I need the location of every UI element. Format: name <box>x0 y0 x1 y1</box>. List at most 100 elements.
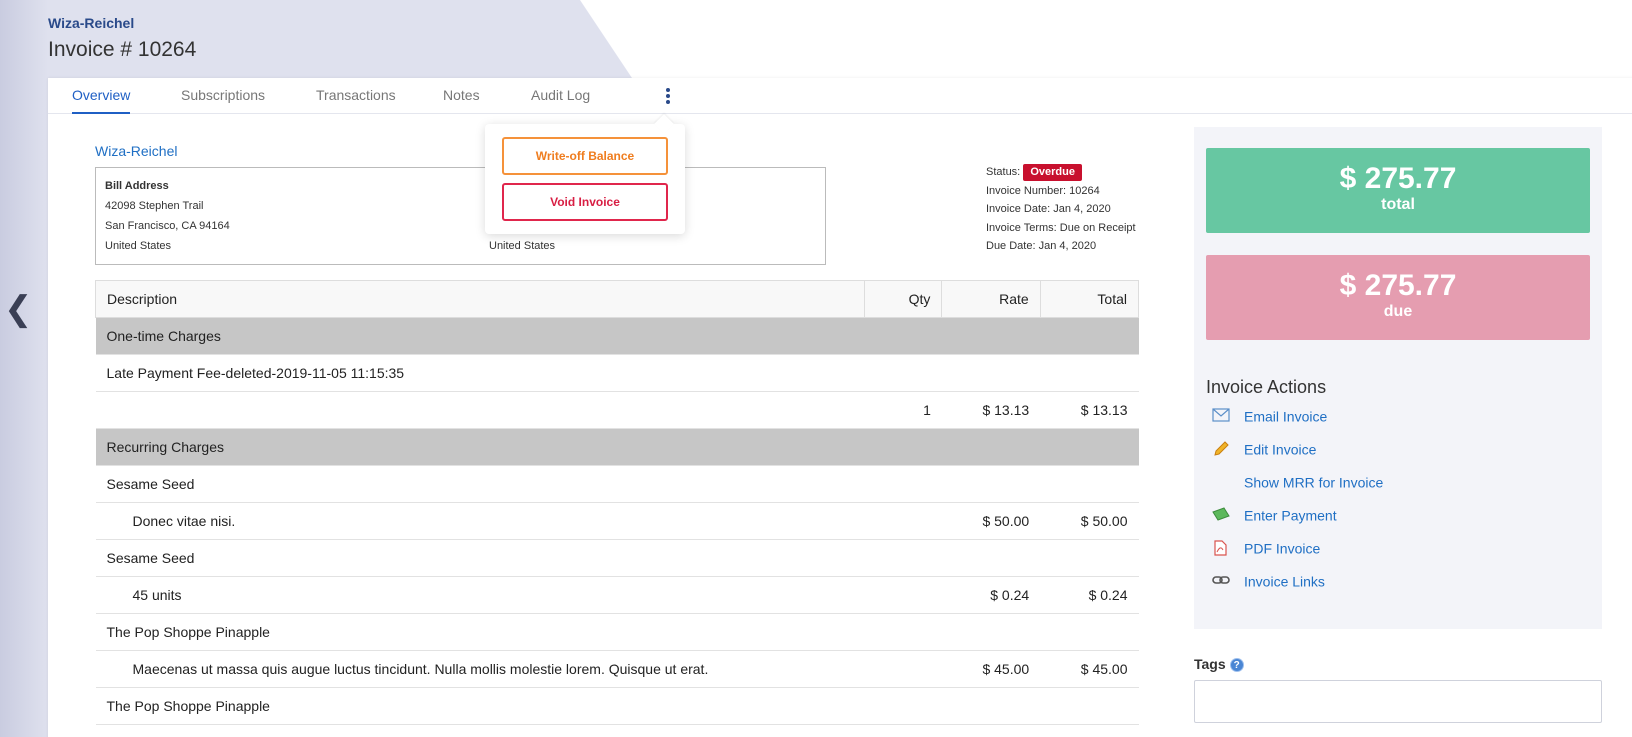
action-label: Edit Invoice <box>1244 441 1317 458</box>
bill-address-heading: Bill Address <box>105 180 169 192</box>
write-off-balance-button[interactable]: Write-off Balance <box>502 137 668 175</box>
bill-address: Bill Address 42098 Stephen Trail San Fra… <box>105 176 230 256</box>
due-amount: $ 275.77 <box>1339 269 1457 302</box>
pencil-icon <box>1212 441 1230 457</box>
total-label: total <box>1381 196 1415 213</box>
item-total: $ 0.24 <box>1040 576 1139 614</box>
item-qty <box>864 502 942 540</box>
tab-transactions[interactable]: Transactions <box>316 78 396 114</box>
item-description: Maecenas ut massa quis augue luctus tinc… <box>95 650 865 688</box>
item-description: Donec vitae nisi. <box>95 502 865 540</box>
tab-bar: Overview Subscriptions Transactions Note… <box>48 78 1632 114</box>
blank-icon <box>1212 474 1230 490</box>
show-mrr-action[interactable]: Show MRR for Invoice <box>1206 473 1383 495</box>
table-header-row: Description Qty Rate Total <box>95 280 1140 318</box>
more-options-menu: Write-off Balance Void Invoice <box>485 124 685 234</box>
invoice-meta: Status: Overdue Invoice Number: 10264 In… <box>986 163 1136 256</box>
invoice-date: Invoice Date: Jan 4, 2020 <box>986 203 1111 215</box>
item-rate: $ 0.24 <box>941 576 1041 614</box>
tags-label-text: Tags <box>1194 656 1226 672</box>
action-label: Enter Payment <box>1244 507 1337 524</box>
item-total: $ 50.00 <box>1040 502 1139 540</box>
item-name: Sesame Seed <box>95 465 1139 503</box>
item-total: $ 45.00 <box>1040 650 1139 688</box>
due-date: Due Date: Jan 4, 2020 <box>986 240 1097 252</box>
bill-address-line: San Francisco, CA 94164 <box>105 220 230 232</box>
section-row: Recurring Charges <box>95 428 1139 466</box>
column-header-qty: Qty <box>863 280 943 318</box>
item-qty <box>864 650 942 688</box>
invoice-links-action[interactable]: Invoice Links <box>1206 572 1325 594</box>
action-label: Show MRR for Invoice <box>1244 474 1384 491</box>
action-label: Email Invoice <box>1244 408 1328 425</box>
summary-panel: $ 275.77 total $ 275.77 due Invoice Acti… <box>1194 127 1602 629</box>
item-description <box>95 391 865 429</box>
item-row: The Pop Shoppe Pinapple <box>95 613 1139 651</box>
tab-audit-log[interactable]: Audit Log <box>531 78 590 114</box>
invoice-number: Invoice Number: 10264 <box>986 184 1100 197</box>
item-name: The Pop Shoppe Pinapple <box>95 687 1139 725</box>
page-title: Invoice # 10264 <box>48 38 197 61</box>
item-row: Late Payment Fee-deleted-2019-11-05 11:1… <box>95 354 1139 392</box>
address-box: Bill Address 42098 Stephen Trail San Fra… <box>95 167 826 265</box>
tags-input[interactable] <box>1194 680 1602 723</box>
item-qty: 1 <box>864 391 942 429</box>
bill-address-line: United States <box>105 240 172 252</box>
item-rate: $ 50.00 <box>941 502 1041 540</box>
total-amount: $ 275.77 <box>1339 162 1457 195</box>
help-icon[interactable]: ? <box>1229 658 1244 673</box>
column-header-total: Total <box>1039 280 1140 318</box>
ship-address-line: United States <box>489 240 556 252</box>
invoice-actions-title: Invoice Actions <box>1206 377 1327 397</box>
item-total: $ 13.13 <box>1040 391 1139 429</box>
section-row: One-time Charges <box>95 317 1139 355</box>
section-label: One-time Charges <box>95 317 1139 355</box>
item-rate: $ 45.00 <box>941 650 1041 688</box>
bill-address-line: 42098 Stephen Trail <box>105 200 204 212</box>
tab-overview[interactable]: Overview <box>72 78 131 114</box>
item-rate: $ 13.13 <box>941 391 1041 429</box>
envelope-icon <box>1212 408 1230 424</box>
back-chevron-icon[interactable]: ❮ <box>4 292 33 326</box>
action-label: Invoice Links <box>1244 573 1325 590</box>
pdf-invoice-action[interactable]: PDF Invoice <box>1206 539 1320 561</box>
detail-row: Donec vitae nisi. $ 50.00 $ 50.00 <box>95 502 1139 540</box>
tab-subscriptions[interactable]: Subscriptions <box>181 78 265 114</box>
status-badge: Overdue <box>1023 164 1082 181</box>
void-invoice-button[interactable]: Void Invoice <box>502 183 668 221</box>
customer-link[interactable]: Wiza-Reichel <box>95 143 177 159</box>
enter-payment-action[interactable]: Enter Payment <box>1206 506 1337 528</box>
detail-row: 1 $ 13.13 $ 13.13 <box>95 391 1139 429</box>
detail-row: 45 units $ 0.24 $ 0.24 <box>95 576 1139 614</box>
action-label: PDF Invoice <box>1244 540 1321 557</box>
item-name: Sesame Seed <box>95 539 1139 577</box>
tags-label: Tags? <box>1194 656 1244 673</box>
due-amount-box: $ 275.77 due <box>1206 255 1590 340</box>
tab-notes[interactable]: Notes <box>443 78 480 114</box>
link-icon <box>1212 573 1230 589</box>
line-items-table: Description Qty Rate Total One-time Char… <box>95 280 1140 725</box>
item-name: The Pop Shoppe Pinapple <box>95 613 1139 651</box>
background-shade <box>0 0 48 737</box>
money-icon <box>1212 507 1230 523</box>
status-label: Status: <box>986 166 1021 178</box>
item-row: The Pop Shoppe Pinapple <box>95 687 1139 725</box>
due-label: due <box>1383 303 1413 320</box>
more-options-icon[interactable] <box>663 86 673 106</box>
column-header-description: Description <box>95 280 865 318</box>
item-row: Sesame Seed <box>95 539 1139 577</box>
item-row: Sesame Seed <box>95 465 1139 503</box>
total-amount-box: $ 275.77 total <box>1206 148 1590 233</box>
item-qty <box>864 576 942 614</box>
edit-invoice-action[interactable]: Edit Invoice <box>1206 440 1316 462</box>
detail-row: Maecenas ut massa quis augue luctus tinc… <box>95 650 1139 688</box>
pdf-icon <box>1212 540 1230 556</box>
invoice-terms: Invoice Terms: Due on Receipt <box>986 221 1136 234</box>
email-invoice-action[interactable]: Email Invoice <box>1206 407 1327 429</box>
ship-address: United States <box>489 236 555 256</box>
invoice-page: ❮ Wiza-Reichel Invoice # 10264 Overview … <box>0 0 1632 737</box>
column-header-rate: Rate <box>941 280 1041 318</box>
company-link[interactable]: Wiza-Reichel <box>48 15 134 31</box>
section-label: Recurring Charges <box>95 428 1139 466</box>
item-name: Late Payment Fee-deleted-2019-11-05 11:1… <box>95 354 1139 392</box>
